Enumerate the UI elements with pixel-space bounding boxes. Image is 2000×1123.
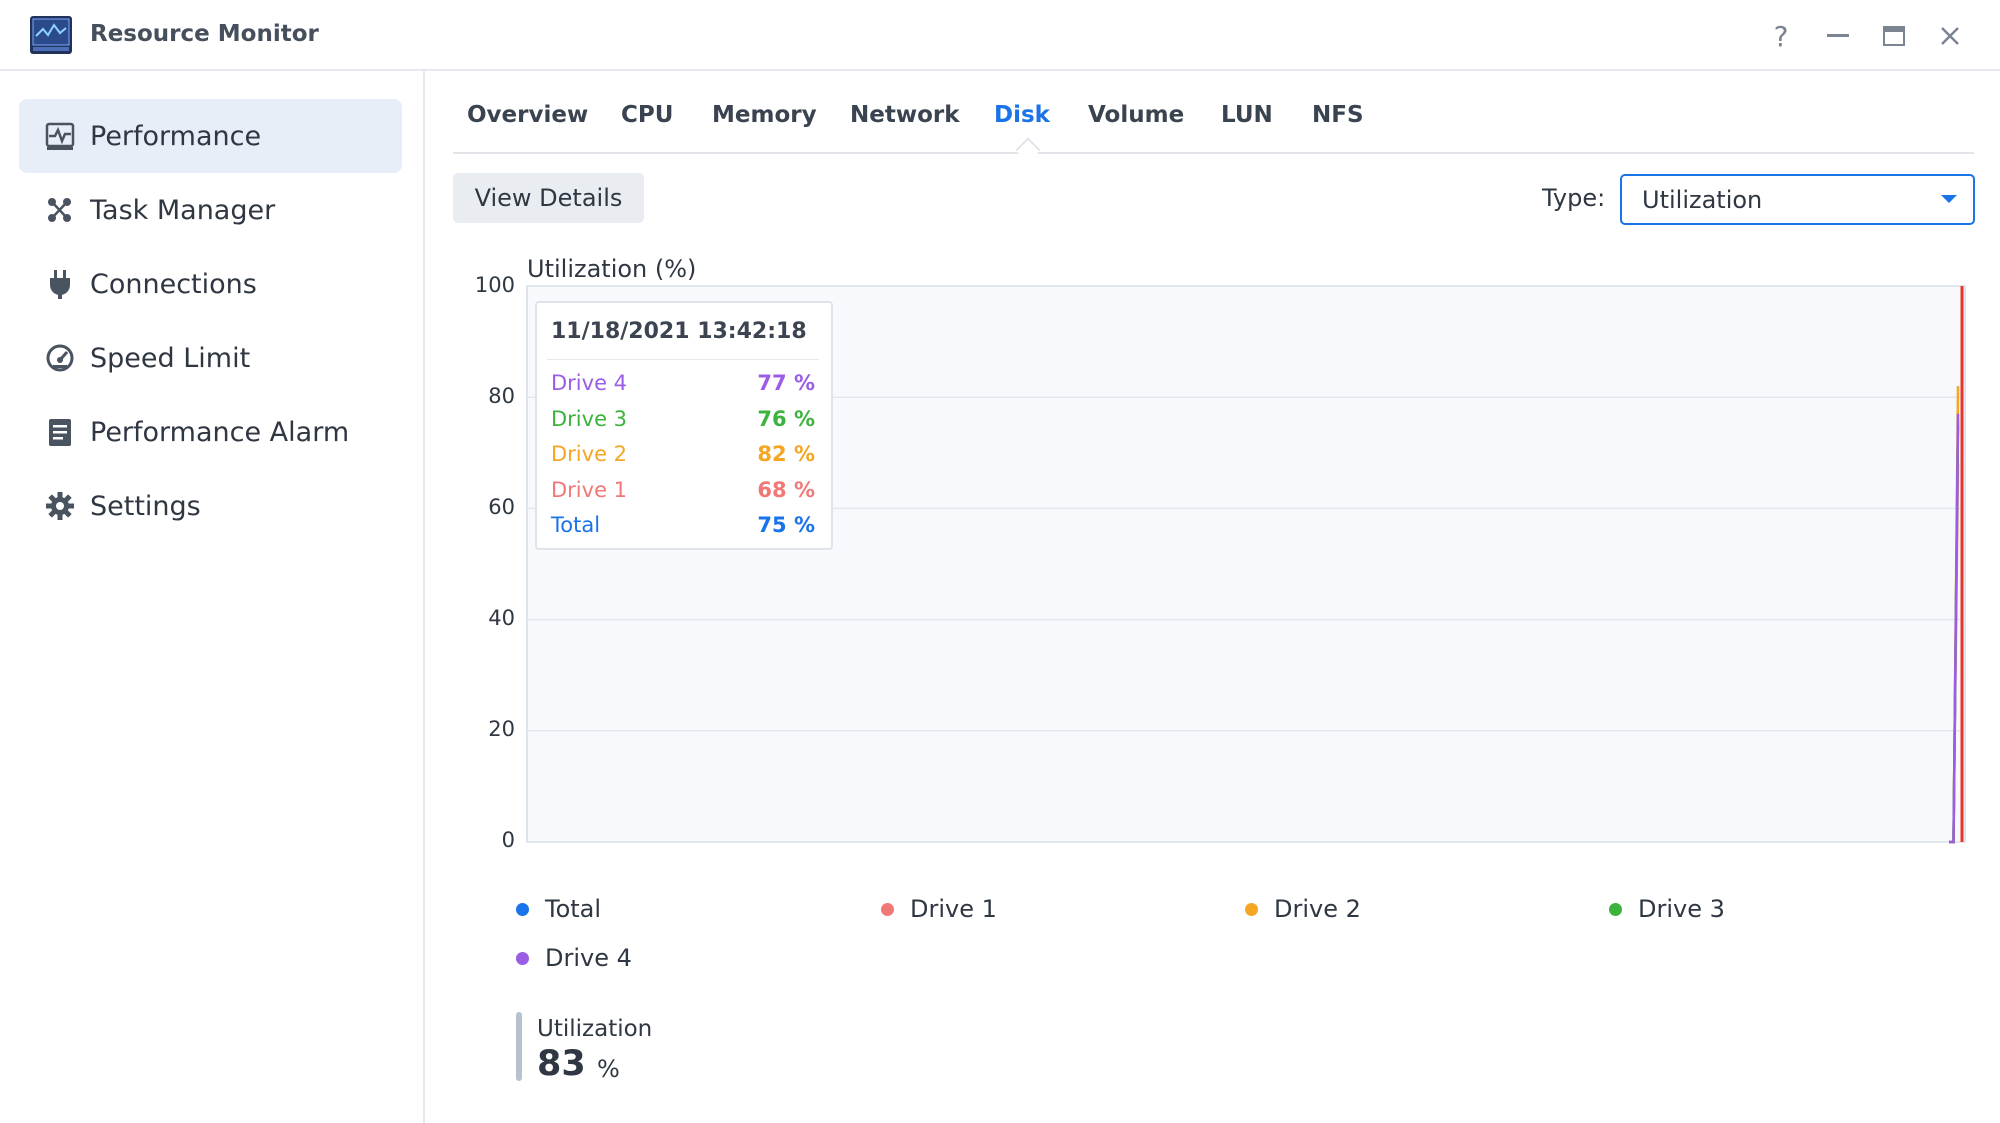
tooltip-row-name: Drive 4	[551, 371, 628, 395]
legend-item-drive4[interactable]: Drive 4	[516, 943, 632, 973]
tooltip-row-value: 82 %	[757, 442, 815, 466]
legend-item-drive1[interactable]: Drive 1	[881, 894, 997, 924]
legend-dot	[516, 902, 529, 916]
tooltip-divider	[547, 359, 819, 360]
tooltip-row-drive3: Drive 3 76 %	[551, 407, 815, 437]
legend-item-total[interactable]: Total	[516, 894, 601, 924]
disk-utilization-chart[interactable]	[0, 0, 2000, 1123]
tooltip-row-name: Drive 1	[551, 478, 628, 502]
legend-label: Drive 1	[910, 895, 997, 923]
tooltip-row-value: 75 %	[757, 513, 815, 537]
tooltip-row-name: Drive 2	[551, 442, 628, 466]
chart-tooltip: 11/18/2021 13:42:18 Drive 4 77 % Drive 3…	[535, 301, 833, 550]
tooltip-row-drive4: Drive 4 77 %	[551, 371, 815, 401]
utilization-summary-label: Utilization	[537, 1016, 653, 1042]
legend-label: Drive 3	[1638, 895, 1725, 923]
legend-label: Drive 2	[1274, 895, 1361, 923]
legend-item-drive3[interactable]: Drive 3	[1609, 894, 1725, 924]
utilization-summary-value: 83	[537, 1044, 586, 1084]
legend-item-drive2[interactable]: Drive 2	[1245, 894, 1361, 924]
legend-dot	[1609, 902, 1622, 916]
legend-dot	[516, 951, 529, 965]
legend-dot	[1245, 902, 1258, 916]
utilization-summary-unit: %	[597, 1055, 620, 1083]
tooltip-row-drive2: Drive 2 82 %	[551, 442, 815, 472]
legend-label: Drive 4	[545, 944, 632, 972]
tooltip-row-drive1: Drive 1 68 %	[551, 478, 815, 508]
utilization-summary-bar	[516, 1012, 522, 1081]
tooltip-row-value: 76 %	[757, 407, 815, 431]
tooltip-timestamp: 11/18/2021 13:42:18	[551, 319, 807, 344]
legend-label: Total	[545, 895, 602, 923]
legend-dot	[881, 902, 894, 916]
tooltip-row-total: Total 75 %	[551, 513, 815, 543]
tooltip-row-name: Drive 3	[551, 407, 628, 431]
tooltip-row-value: 77 %	[757, 371, 815, 395]
tooltip-row-name: Total	[551, 513, 601, 537]
tooltip-row-value: 68 %	[757, 478, 815, 502]
